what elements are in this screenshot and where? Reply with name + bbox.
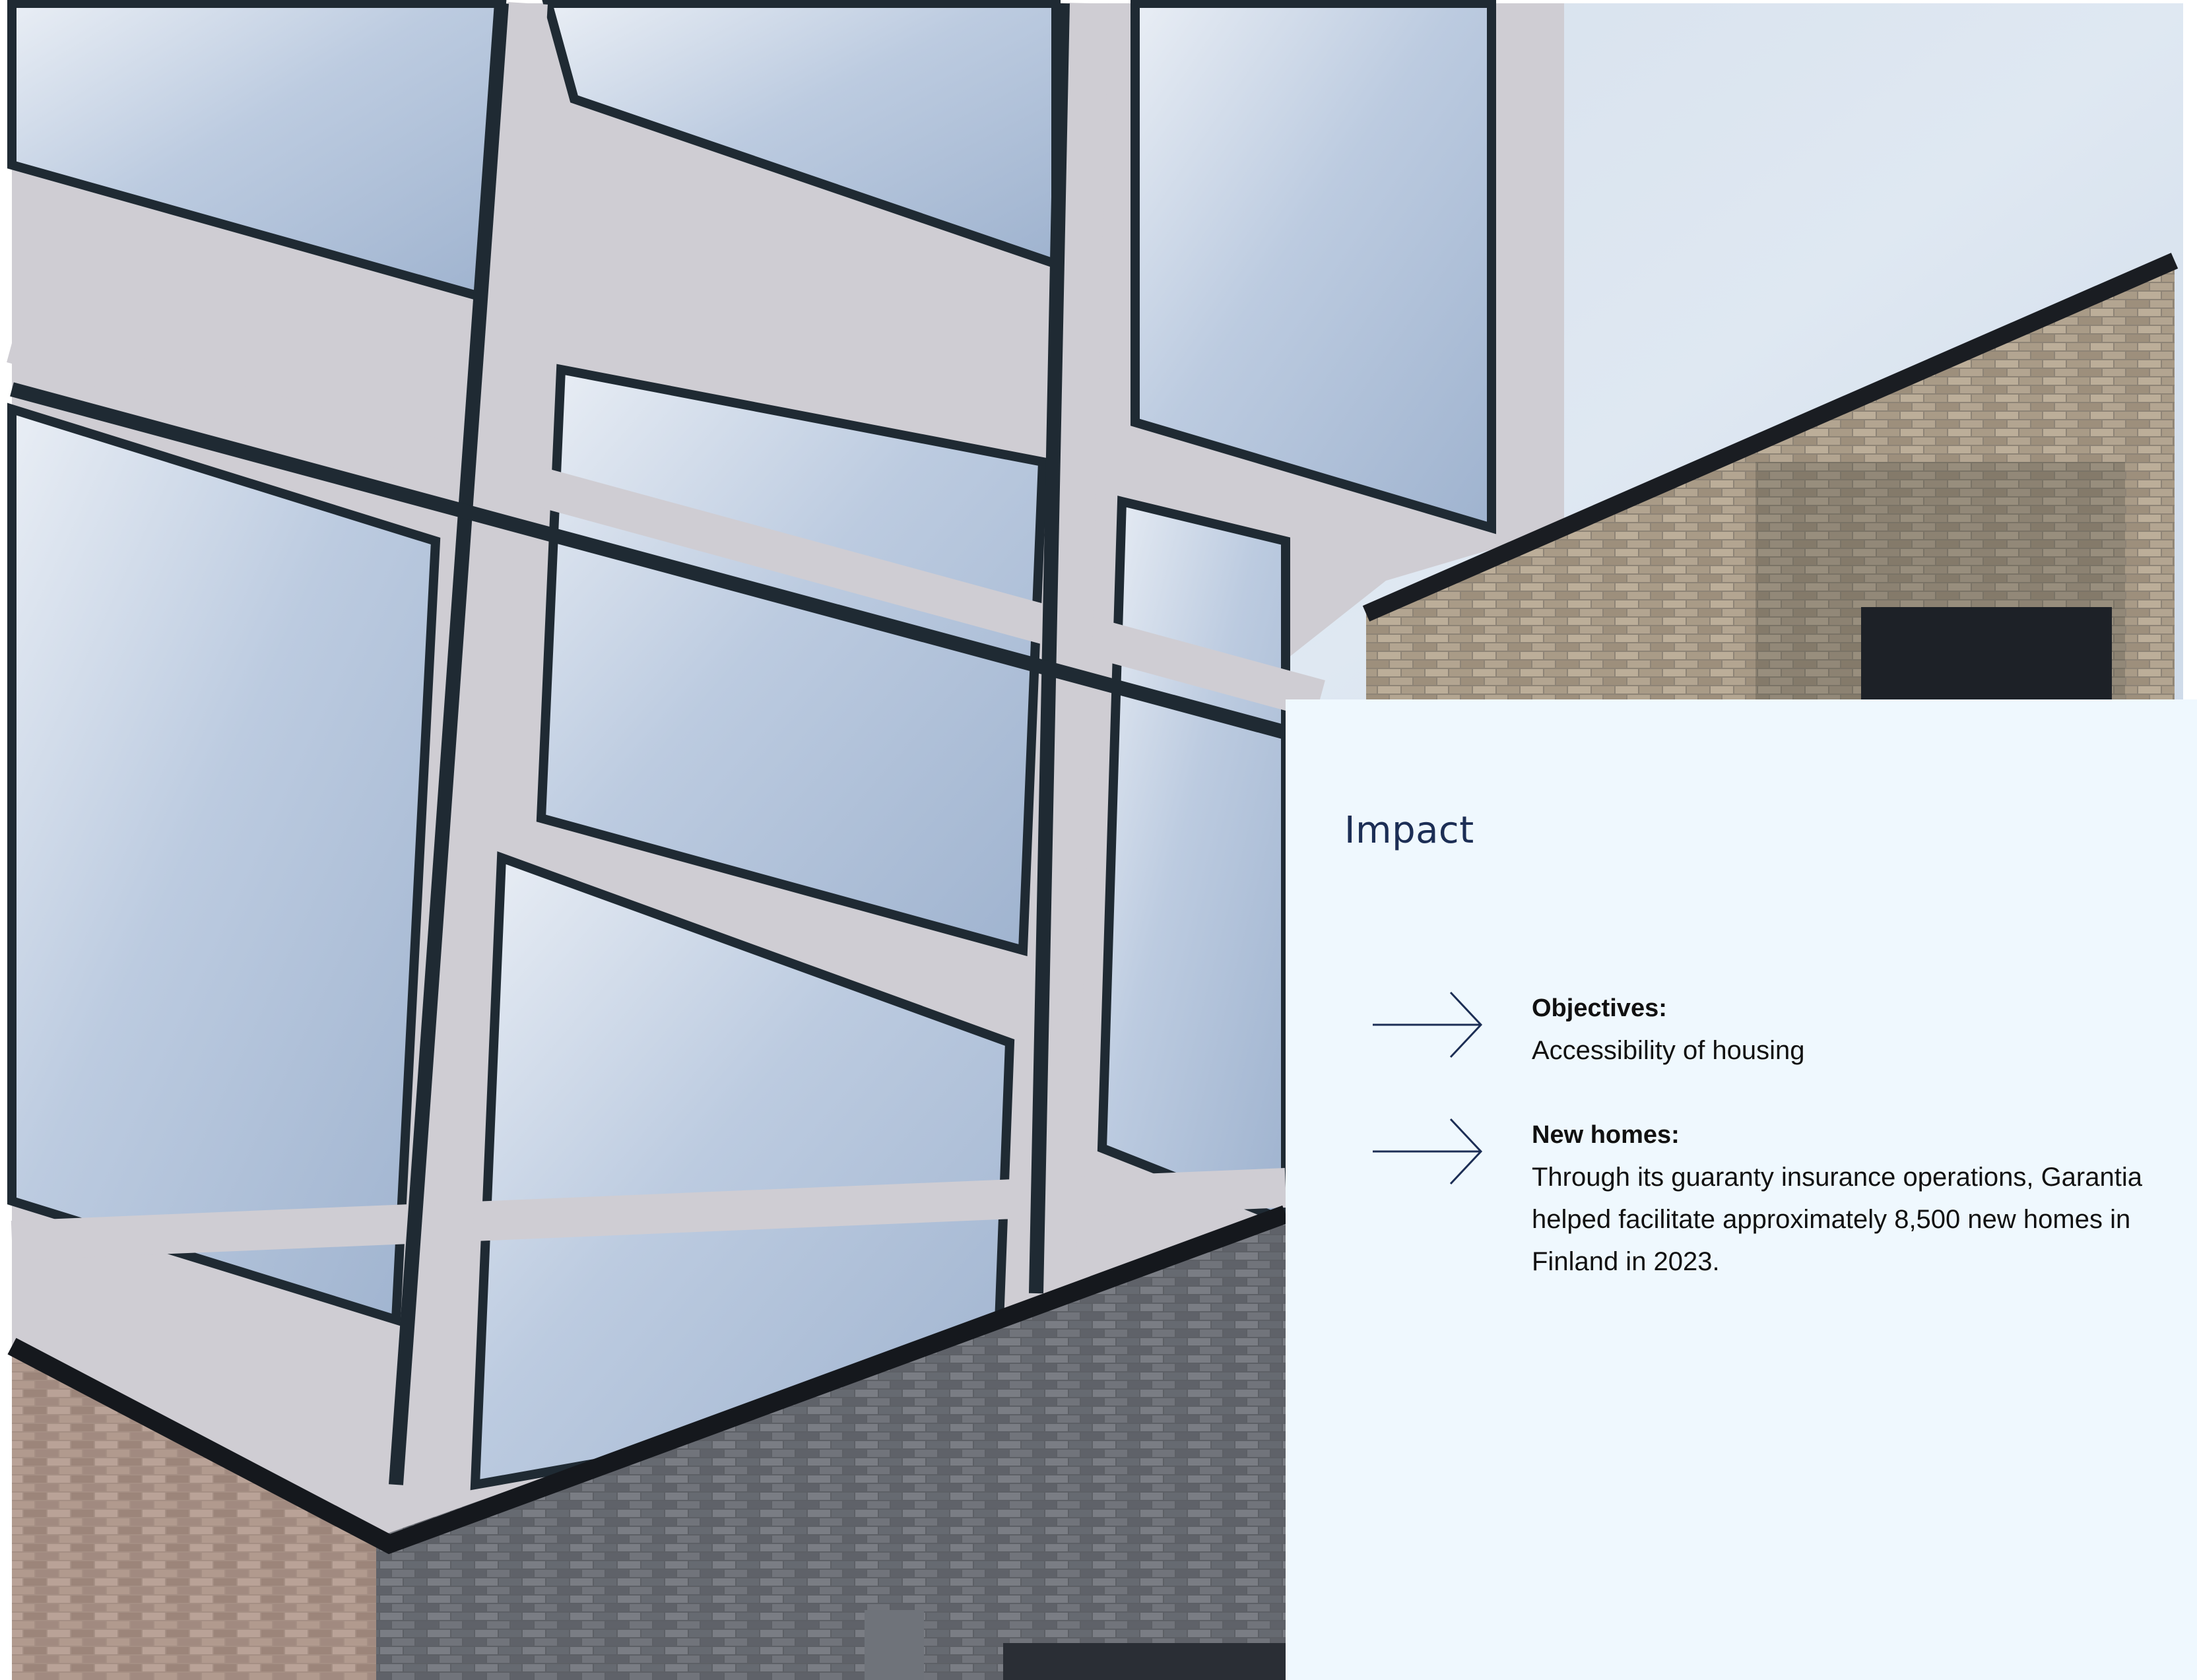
list-item-objectives: Objectives: Accessibility of housing [1532, 987, 2179, 1072]
item-text: Through its guaranty insurance operation… [1532, 1163, 2142, 1276]
item-label: New homes: [1532, 1121, 1680, 1149]
item-label: Objectives: [1532, 994, 1667, 1022]
arrow-right-icon [1373, 1118, 1483, 1185]
arrow-right-icon [1373, 991, 1483, 1058]
report-page: Impact Objectives: Accessibility of hous… [0, 0, 2197, 1680]
item-text: Accessibility of housing [1532, 1036, 1805, 1065]
page-title: Impact [1344, 809, 1474, 852]
list-item-new-homes: New homes: Through its guaranty insuranc… [1532, 1114, 2179, 1283]
